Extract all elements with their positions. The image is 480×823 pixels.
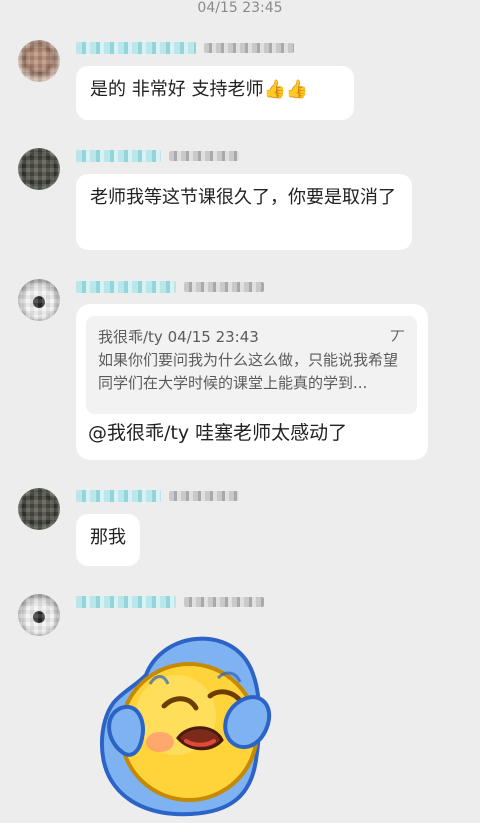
crying-emoji-sticker-icon[interactable] [86, 620, 286, 820]
message-text: 那我 [90, 527, 126, 548]
quoted-author-time: 我很乖/ty 04/15 23:43 [98, 328, 259, 346]
message-text: 是的 非常好 支持老师👍👍 [90, 79, 309, 100]
sender-name-blurred [76, 279, 264, 295]
sender-name-blurred [76, 594, 264, 610]
message-bubble[interactable]: 是的 非常好 支持老师👍👍 [76, 66, 354, 120]
message-bubble[interactable]: 那我 [76, 514, 140, 566]
quoted-message-card[interactable]: 我很乖/ty 04/15 23:43 丆 如果你们要问我为什么这么做，只能说我希… [86, 316, 417, 414]
avatar[interactable] [18, 488, 60, 530]
avatar[interactable] [18, 279, 60, 321]
quote-mark-icon: 丆 [389, 328, 405, 346]
chat-timestamp: 04/15 23:45 [197, 0, 283, 16]
message-text: 老师我等这节课很久了，你要是取消了 [90, 187, 396, 208]
message-bubble[interactable]: 老师我等这节课很久了，你要是取消了 [76, 174, 412, 250]
avatar[interactable] [18, 40, 60, 82]
avatar[interactable] [18, 148, 60, 190]
sender-name-blurred [76, 488, 239, 504]
sender-name-blurred [76, 40, 294, 56]
quoted-text: 如果你们要问我为什么这么做，只能说我希望同学们在大学时候的课堂上能真的学到... [98, 351, 399, 392]
avatar[interactable] [18, 594, 60, 636]
reply-text: @我很乖/ty 哇塞老师太感动了 [88, 422, 348, 444]
sender-name-blurred [76, 148, 239, 164]
quote-message-bubble[interactable]: 我很乖/ty 04/15 23:43 丆 如果你们要问我为什么这么做，只能说我希… [76, 304, 428, 460]
